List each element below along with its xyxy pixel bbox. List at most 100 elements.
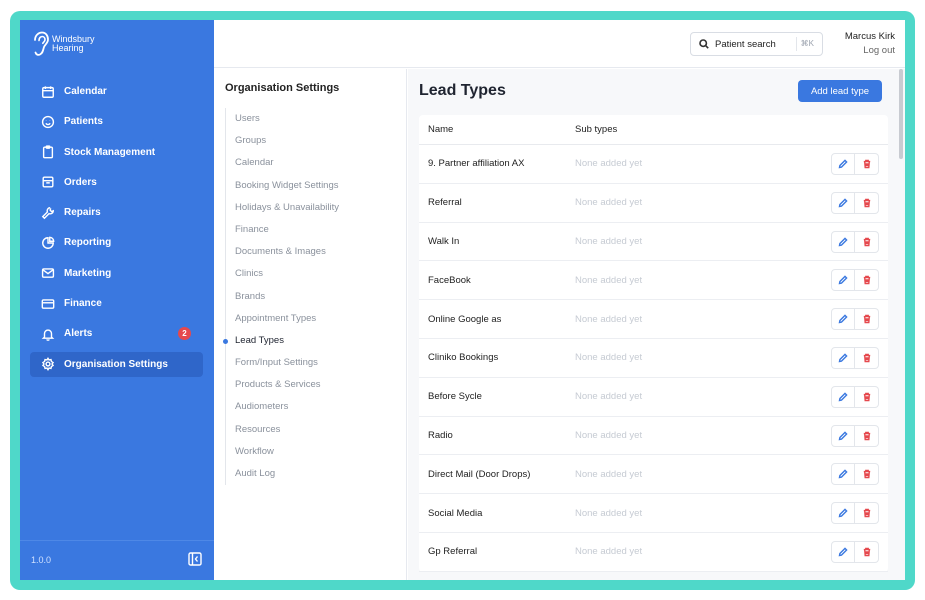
settings-item-audiometers[interactable]: Audiometers (226, 396, 339, 418)
settings-item-form-input-settings[interactable]: Form/Input Settings (226, 352, 339, 374)
edit-button[interactable] (831, 385, 855, 408)
settings-item-calendar[interactable]: Calendar (226, 152, 339, 174)
settings-item-products-services[interactable]: Products & Services (226, 374, 339, 396)
sidebar-item-repairs[interactable]: Repairs (30, 200, 203, 225)
edit-button[interactable] (831, 269, 855, 292)
pencil-icon (838, 469, 848, 479)
delete-button[interactable] (855, 153, 879, 175)
content-scrollbar[interactable] (899, 69, 903, 159)
lead-type-sub-types: None added yet (575, 235, 643, 247)
sidebar-item-label: Stock Management (64, 146, 156, 158)
brand-name: Windsbury Hearing (52, 35, 95, 53)
sidebar-item-organisation-settings[interactable]: Organisation Settings (30, 351, 203, 377)
pencil-icon (838, 159, 848, 169)
delete-button[interactable] (855, 463, 879, 486)
settings-item-workflow[interactable]: Workflow (226, 441, 339, 463)
edit-button[interactable] (831, 424, 855, 447)
settings-nav: Organisation Settings Users Groups Calen… (214, 69, 407, 580)
pie-chart-icon (41, 236, 55, 250)
settings-item-finance[interactable]: Finance (226, 219, 339, 241)
settings-item-users[interactable]: Users (226, 108, 339, 130)
edit-button[interactable] (831, 540, 855, 563)
delete-button[interactable] (855, 308, 879, 331)
lead-type-sub-types: None added yet (575, 507, 643, 519)
row-actions (831, 153, 879, 175)
delete-button[interactable] (855, 191, 879, 214)
sidebar-item-finance[interactable]: Finance (30, 291, 203, 316)
lead-type-name: 9. Partner affiliation AX (428, 158, 525, 170)
table-row: Walk In None added yet (419, 223, 888, 262)
lead-type-name: Radio (428, 429, 453, 441)
patient-search-label: Patient search (715, 38, 776, 50)
page-title: Lead Types (419, 82, 506, 99)
edit-button[interactable] (831, 153, 855, 175)
settings-item-brands[interactable]: Brands (226, 286, 339, 308)
sidebar-item-marketing[interactable]: Marketing (30, 261, 203, 286)
delete-button[interactable] (855, 424, 879, 447)
row-actions (831, 230, 879, 253)
edit-button[interactable] (831, 346, 855, 369)
settings-item-audit-log[interactable]: Audit Log (226, 463, 339, 485)
mail-icon (41, 266, 55, 280)
settings-item-documents-images[interactable]: Documents & Images (226, 241, 339, 263)
sidebar-item-reporting[interactable]: Reporting (30, 230, 203, 255)
sidebar-item-patients[interactable]: Patients (30, 109, 203, 134)
row-actions (831, 385, 879, 408)
delete-button[interactable] (855, 346, 879, 369)
brand-logo[interactable]: Windsbury Hearing (31, 31, 95, 57)
edit-button[interactable] (831, 230, 855, 253)
sidebar-item-orders[interactable]: Orders (30, 170, 203, 195)
collapse-sidebar-icon[interactable] (188, 552, 202, 566)
table-row: FaceBook None added yet (419, 261, 888, 301)
pencil-icon (838, 430, 848, 440)
settings-item-booking-widget-settings[interactable]: Booking Widget Settings (226, 175, 339, 197)
delete-button[interactable] (855, 502, 879, 525)
settings-item-resources[interactable]: Resources (226, 419, 339, 441)
lead-type-name: Social Media (428, 507, 483, 519)
settings-item-clinics[interactable]: Clinics (226, 263, 339, 285)
edit-button[interactable] (831, 308, 855, 331)
delete-button[interactable] (855, 540, 879, 563)
settings-item-holidays-unavailability[interactable]: Holidays & Unavailability (226, 197, 339, 219)
logout-link[interactable]: Log out (845, 45, 895, 56)
smile-icon (41, 115, 55, 129)
delete-button[interactable] (855, 385, 879, 408)
sidebar-item-label: Marketing (64, 267, 112, 279)
sidebar-item-label: Organisation Settings (64, 358, 168, 370)
lead-type-name: Online Google as (428, 313, 502, 325)
pencil-icon (838, 392, 848, 402)
table-body: 9. Partner affiliation AX None added yet R… (419, 145, 888, 572)
sidebar-item-stock-management[interactable]: Stock Management (30, 140, 203, 165)
trash-icon (863, 237, 870, 246)
pencil-icon (838, 508, 848, 518)
trash-icon (863, 508, 870, 518)
delete-button[interactable] (855, 230, 879, 253)
edit-button[interactable] (831, 463, 855, 486)
table-row: Referral None added yet (419, 184, 888, 223)
delete-button[interactable] (855, 269, 879, 292)
settings-item-lead-types[interactable]: Lead Types (222, 330, 339, 352)
pencil-icon (838, 237, 848, 246)
gear-icon (41, 357, 55, 372)
edit-button[interactable] (831, 191, 855, 214)
inbox-icon (41, 175, 55, 189)
lead-types-panel: Lead Types Add lead type Name Sub types … (408, 69, 905, 580)
patient-search-button[interactable]: Patient search ⌘K (690, 32, 823, 56)
table-row: 9. Partner affiliation AX None added yet (419, 145, 888, 184)
table-row: Direct Mail (Door Drops) None added yet (419, 455, 888, 495)
app-version: 1.0.0 (31, 555, 52, 565)
add-lead-type-button[interactable]: Add lead type (798, 80, 882, 102)
lead-type-sub-types: None added yet (575, 468, 643, 480)
sidebar-item-calendar[interactable]: Calendar (30, 79, 203, 104)
settings-item-appointment-types[interactable]: Appointment Types (226, 308, 339, 330)
settings-item-groups[interactable]: Groups (226, 130, 339, 152)
lead-type-name: Direct Mail (Door Drops) (428, 468, 531, 480)
settings-nav-list: Users Groups Calendar Booking Widget Set… (222, 108, 339, 486)
edit-button[interactable] (831, 502, 855, 525)
lead-type-sub-types: None added yet (575, 429, 643, 441)
sidebar-item-alerts[interactable]: Alerts 2 (30, 321, 203, 346)
lead-type-name: Gp Referral (428, 546, 478, 558)
table-row: Gp Referral None added yet (419, 533, 888, 572)
table-row: Social Media None added yet (419, 494, 888, 533)
trash-icon (863, 431, 870, 440)
